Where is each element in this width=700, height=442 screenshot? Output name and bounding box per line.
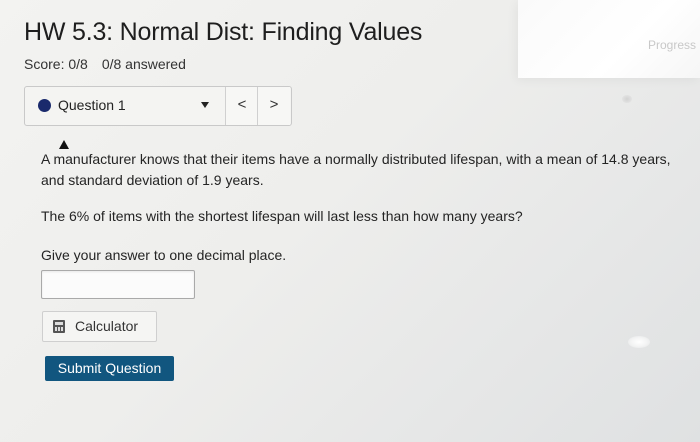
page-title: HW 5.3: Normal Dist: Finding Values xyxy=(24,18,423,46)
previous-question-button[interactable]: < xyxy=(225,87,258,125)
answer-input[interactable] xyxy=(41,270,195,299)
mouse-cursor-icon xyxy=(59,140,69,149)
chevron-left-icon: < xyxy=(237,96,247,113)
question-navigator: Question 1 < > xyxy=(24,86,292,126)
question-prompt: The 6% of items with the shortest lifesp… xyxy=(41,208,523,224)
chevron-down-icon xyxy=(201,102,209,108)
question-text: A manufacturer knows that their items ha… xyxy=(41,151,671,188)
chevron-right-icon: > xyxy=(269,96,279,113)
submit-button-label: Submit Question xyxy=(57,360,162,376)
score-row: Score: 0/8 0/8 answered xyxy=(24,56,186,72)
answer-instructions: Give your answer to one decimal place. xyxy=(41,247,287,263)
question-select-label: Question 1 xyxy=(58,97,126,113)
score-text: Score: 0/8 xyxy=(24,56,88,72)
calculator-button-label: Calculator xyxy=(75,318,139,334)
calculator-button[interactable]: Calculator xyxy=(42,311,157,342)
progress-panel: Progress xyxy=(518,0,700,78)
question-status-dot-icon xyxy=(38,99,51,112)
question-select[interactable]: Question 1 xyxy=(25,87,219,125)
answered-count: 0/8 answered xyxy=(101,56,186,72)
calculator-icon xyxy=(53,320,65,333)
screen-glare-small xyxy=(622,95,632,103)
next-question-button[interactable]: > xyxy=(257,87,290,125)
progress-label: Progress xyxy=(647,38,696,52)
screen-glare xyxy=(628,336,650,348)
submit-question-button[interactable]: Submit Question xyxy=(45,356,174,381)
